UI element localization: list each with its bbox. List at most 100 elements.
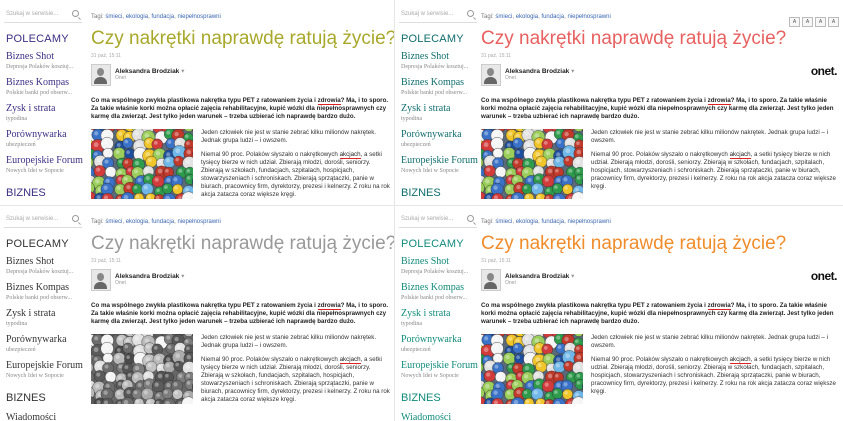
sidebar-item-title[interactable]: Biznes Kompas — [6, 282, 86, 294]
sidebar-item-porownywarka[interactable]: Porównywarka ubezpieczeń — [401, 334, 481, 354]
sidebar-item-subtitle[interactable]: typodina — [6, 115, 86, 123]
sidebar-item-subtitle[interactable]: Depresja Polaków kosztuj... — [6, 63, 86, 71]
search-input[interactable]: Szukaj w serwisie... — [399, 6, 477, 23]
sidebar-item-porownywarka[interactable]: Porównywarka ubezpieczeń — [401, 129, 481, 149]
chevron-down-icon[interactable]: ▾ — [571, 273, 574, 280]
tag-link-smieci[interactable]: śmieci — [105, 219, 122, 225]
tag-link-niepelnosprawni[interactable]: niepełnosprawni — [567, 14, 610, 20]
tag-link-ekologia[interactable]: ekologia — [516, 14, 538, 20]
chevron-down-icon[interactable]: ▾ — [181, 68, 184, 75]
sidebar-item-biznes-kompas[interactable]: Biznes Kompas Polskie banki pod obserw..… — [401, 282, 481, 302]
tag-link-fundacja[interactable]: fundacja — [151, 14, 174, 20]
sidebar-item-title[interactable]: Zysk i strata — [6, 103, 86, 115]
tag-link-ekologia[interactable]: ekologia — [126, 219, 148, 225]
sidebar-item-subtitle[interactable]: Polskie banki pod obserw... — [401, 294, 481, 302]
search-input[interactable]: Szukaj w serwisie... — [4, 211, 82, 228]
author-avatar[interactable] — [481, 269, 501, 291]
p2-link-akcjach[interactable]: akcjach — [339, 151, 361, 159]
sidebar-item-subtitle[interactable]: ubezpieczeń — [401, 346, 481, 354]
sidebar-item-title[interactable]: Biznes Shot — [6, 256, 86, 268]
tag-link-niepelnosprawni[interactable]: niepełnosprawni — [177, 219, 220, 225]
sidebar-item-title[interactable]: Biznes Shot — [401, 256, 481, 268]
search-icon[interactable] — [467, 215, 474, 222]
lead-link-zdrowia[interactable]: zdrowia — [707, 302, 731, 310]
author-name[interactable]: Aleksandra Brodziak ▾ — [505, 67, 574, 75]
sidebar-item-subtitle[interactable]: typodina — [6, 320, 86, 328]
lead-link-zdrowia[interactable]: zdrowia — [317, 302, 341, 310]
author-name-text[interactable]: Aleksandra Brodziak — [505, 273, 569, 280]
sidebar-item-biznes-shot[interactable]: Biznes Shot Depresja Polaków kosztuj... — [6, 51, 86, 71]
sidebar-item-title[interactable]: Biznes Kompas — [401, 282, 481, 294]
sidebar-item-title[interactable]: Europejskie Forum — [6, 155, 86, 167]
sidebar-item-title[interactable]: Europejskie Forum — [401, 360, 481, 372]
chevron-down-icon[interactable]: ▾ — [571, 68, 574, 75]
sidebar-item-title[interactable]: Porównywarka — [401, 334, 481, 346]
author-name[interactable]: Aleksandra Brodziak ▾ — [115, 272, 184, 280]
tag-link-fundacja[interactable]: fundacja — [541, 219, 564, 225]
sidebar-item-title[interactable]: Biznes Shot — [6, 51, 86, 63]
lead-link-zdrowia[interactable]: zdrowia — [707, 97, 731, 105]
author-name-text[interactable]: Aleksandra Brodziak — [115, 273, 179, 280]
author-avatar[interactable] — [91, 269, 111, 291]
sidebar-item-zysk-i-strata[interactable]: Zysk i strata typodina — [6, 308, 86, 328]
font-size-button-1[interactable]: A — [789, 17, 800, 27]
sidebar-item-subtitle[interactable]: Nowych Idei w Sopocie — [401, 372, 481, 380]
sidebar-item-subtitle[interactable]: ubezpieczeń — [6, 141, 86, 149]
sidebar-item-subtitle[interactable]: Nowych Idei w Sopocie — [6, 167, 86, 175]
author-avatar[interactable] — [91, 64, 111, 86]
tag-link-fundacja[interactable]: fundacja — [541, 14, 564, 20]
onet-logo[interactable]: onet. — [811, 269, 838, 283]
font-size-button-4[interactable]: A — [828, 17, 839, 27]
author-name[interactable]: Aleksandra Brodziak ▾ — [505, 272, 574, 280]
sidebar-item-europejskie-forum[interactable]: Europejskie Forum Nowych Idei w Sopocie — [401, 155, 481, 175]
tag-link-niepelnosprawni[interactable]: niepełnosprawni — [177, 14, 220, 20]
sidebar-item-zysk-i-strata[interactable]: Zysk i strata typodina — [401, 103, 481, 123]
tag-link-ekologia[interactable]: ekologia — [516, 219, 538, 225]
sidebar-item-subtitle[interactable]: Polskie banki pod obserw... — [6, 89, 86, 97]
sidebar-item-title[interactable]: Zysk i strata — [6, 308, 86, 320]
search-input[interactable]: Szukaj w serwisie... — [399, 211, 477, 228]
sidebar-item-title[interactable]: Europejskie Forum — [6, 360, 86, 372]
sidebar-item-title[interactable]: Europejskie Forum — [401, 155, 481, 167]
tag-link-smieci[interactable]: śmieci — [495, 14, 512, 20]
sidebar-item-subtitle[interactable]: Polskie banki pod obserw... — [401, 89, 481, 97]
sidebar-item-zysk-i-strata[interactable]: Zysk i strata typodina — [401, 308, 481, 328]
lead-link-zdrowia[interactable]: zdrowia — [317, 97, 341, 105]
search-input[interactable]: Szukaj w serwisie... — [4, 6, 82, 23]
sidebar-item-title[interactable]: Porównywarka — [6, 129, 86, 141]
sidebar-item-title[interactable]: Zysk i strata — [401, 308, 481, 320]
tag-link-smieci[interactable]: śmieci — [495, 219, 512, 225]
tag-link-smieci[interactable]: śmieci — [105, 14, 122, 20]
font-size-button-3[interactable]: A — [815, 17, 826, 27]
sidebar-item-wiadomosci[interactable]: Wiadomości — [401, 412, 481, 421]
sidebar-item-porownywarka[interactable]: Porównywarka ubezpieczeń — [6, 334, 86, 354]
tag-link-fundacja[interactable]: fundacja — [151, 219, 174, 225]
sidebar-item-subtitle[interactable]: Depresja Polaków kosztuj... — [401, 268, 481, 276]
sidebar-item-subtitle[interactable]: Depresja Polaków kosztuj... — [6, 268, 86, 276]
sidebar-item-biznes-shot[interactable]: Biznes Shot Depresja Polaków kosztuj... — [6, 256, 86, 276]
author-name-text[interactable]: Aleksandra Brodziak — [505, 68, 569, 75]
search-icon[interactable] — [72, 10, 79, 17]
sidebar-item-subtitle[interactable]: ubezpieczeń — [401, 141, 481, 149]
author-name[interactable]: Aleksandra Brodziak ▾ — [115, 67, 184, 75]
sidebar-item-biznes-shot[interactable]: Biznes Shot Depresja Polaków kosztuj... — [401, 256, 481, 276]
sidebar-item-subtitle[interactable]: typodina — [401, 320, 481, 328]
sidebar-item-biznes-kompas[interactable]: Biznes Kompas Polskie banki pod obserw..… — [6, 77, 86, 97]
sidebar-item-title[interactable]: Biznes Kompas — [401, 77, 481, 89]
search-icon[interactable] — [467, 10, 474, 17]
p2-link-akcjach[interactable]: akcjach — [729, 356, 751, 364]
sidebar-item-biznes-kompas[interactable]: Biznes Kompas Polskie banki pod obserw..… — [6, 282, 86, 302]
author-avatar[interactable] — [481, 64, 501, 86]
sidebar-item-biznes-kompas[interactable]: Biznes Kompas Polskie banki pod obserw..… — [401, 77, 481, 97]
tag-link-niepelnosprawni[interactable]: niepełnosprawni — [567, 219, 610, 225]
author-name-text[interactable]: Aleksandra Brodziak — [115, 68, 179, 75]
sidebar-item-subtitle[interactable]: Depresja Polaków kosztuj... — [401, 63, 481, 71]
sidebar-item-title[interactable]: Biznes Kompas — [6, 77, 86, 89]
sidebar-item-zysk-i-strata[interactable]: Zysk i strata typodina — [6, 103, 86, 123]
sidebar-item-wiadomosci[interactable]: Wiadomości — [6, 412, 86, 421]
tag-link-ekologia[interactable]: ekologia — [126, 14, 148, 20]
sidebar-item-subtitle[interactable]: typodina — [401, 115, 481, 123]
chevron-down-icon[interactable]: ▾ — [181, 273, 184, 280]
sidebar-item-title[interactable]: Biznes Shot — [401, 51, 481, 63]
sidebar-item-biznes-shot[interactable]: Biznes Shot Depresja Polaków kosztuj... — [401, 51, 481, 71]
